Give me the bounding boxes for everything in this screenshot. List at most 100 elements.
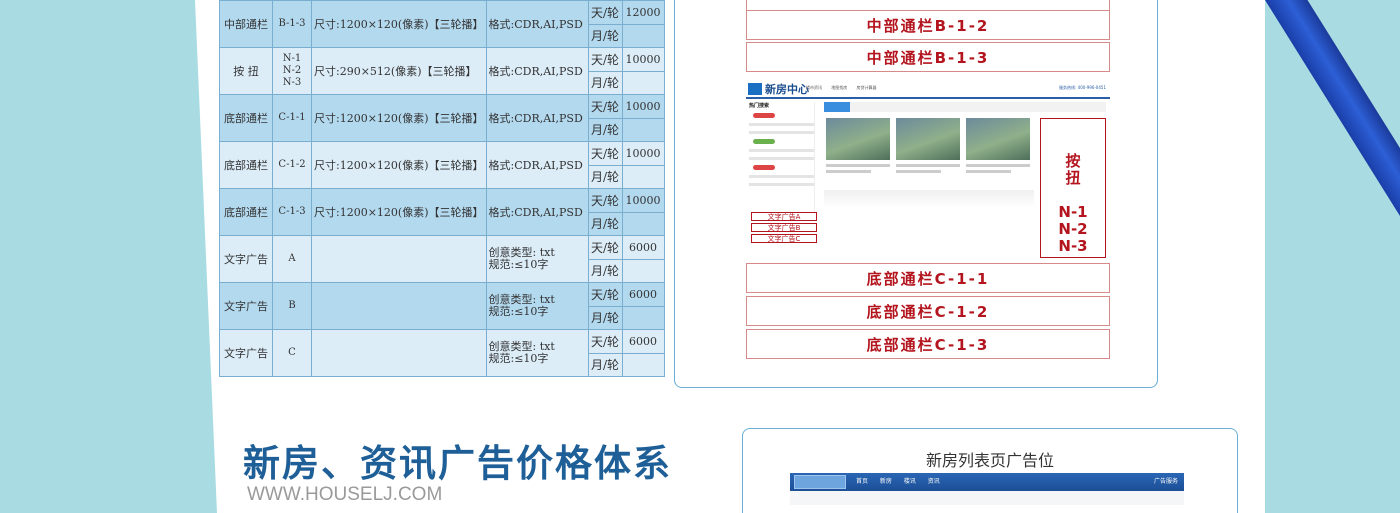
cell-price-empty [621,211,665,236]
cell-position: 文字广告 [219,329,273,377]
button-ad-slot: 按扭 N-1 N-2 N-3 [1040,118,1106,258]
cell-code: C-1-2 [272,141,312,189]
cell-position: 中部通栏 [219,0,273,48]
list-page-nav: 首页 新房 楼讯 资讯 [856,478,940,485]
cell-code: A [272,235,312,283]
cell-format: 创意类型: txt 规范:≤10字 [485,329,589,377]
list-page-ad-panel: 新房列表页广告位 首页 新房 楼讯 资讯 广告服务 [742,428,1238,513]
table-row: 按 扭 N-1 N-2 N-3 尺寸:290×512(像素)【三轮播】 格式:CDR,AI… [219,47,665,95]
cell-price-empty [621,258,665,283]
slot-banner-b-1-2: 中部通栏B-1-2 [746,10,1110,40]
cell-unit-month: 月/轮 [587,70,623,95]
table-row: 文字广告 A 创意类型: txt 规范:≤10字 天/轮 6000 [219,235,665,283]
cell-position: 按 扭 [219,47,273,95]
cell-format: 创意类型: txt 规范:≤10字 [485,282,589,330]
cell-price: 6000 [621,235,665,260]
cell-position: 文字广告 [219,235,273,283]
cell-position: 底部通栏 [219,141,273,189]
cell-unit-month: 月/轮 [587,211,623,236]
cell-unit-day: 天/轮 [587,282,623,307]
cell-format: 格式:CDR,AI,PSD [485,141,589,189]
slot-banner-c-1-3: 底部通栏C-1-3 [746,329,1110,359]
cell-price-empty [621,23,665,48]
table-row: 文字广告 B 创意类型: txt 规范:≤10字 天/轮 6000 [219,282,665,330]
site-mockup: 新房中心 楼市资讯 地图找房 房贷计算器 服务热线: 400-996-0451 … [746,76,1110,262]
cell-unit-month: 月/轮 [587,305,623,330]
cell-price: 6000 [621,282,665,307]
cell-size [311,235,487,283]
section-heading: 新房、资讯广告价格体系 [243,442,672,485]
cell-size [311,282,487,330]
cell-unit-day: 天/轮 [587,94,623,119]
cell-price-empty [621,352,665,377]
cell-unit-day: 天/轮 [587,235,623,260]
sidebar-title: 热门搜索 [749,103,770,109]
site-logo: 新房中心 [748,81,809,97]
cell-size [311,329,487,377]
cell-unit-month: 月/轮 [587,117,623,142]
cell-format: 格式:CDR,AI,PSD [485,188,589,236]
site-hotline: 服务热线: 400-996-0451 [1059,85,1106,90]
cell-price: 10000 [621,188,665,213]
text-ad-a: 文字广告A [751,212,817,221]
cell-unit-day: 天/轮 [587,141,623,166]
ad-price-table: 中部通栏 B-1-3 尺寸:1200×120(像素)【三轮播】 格式:CDR,AI,P… [219,0,665,377]
section-url: WWW.HOUSELJ.COM [247,484,443,505]
cell-price-empty [621,70,665,95]
cell-unit-month: 月/轮 [587,352,623,377]
slot-banner-b-1-3: 中部通栏B-1-3 [746,42,1110,72]
site-tabs [824,102,1106,112]
cell-format: 格式:CDR,AI,PSD [485,47,589,95]
cell-unit-day: 天/轮 [587,329,623,354]
site-logo [794,475,846,489]
cell-unit-day: 天/轮 [587,0,623,25]
table-row: 底部通栏 C-1-1 尺寸:1200×120(像素)【三轮播】 格式:CDR,AI,P… [219,94,665,142]
cell-position: 底部通栏 [219,94,273,142]
text-ad-c: 文字广告C [751,234,817,243]
cell-unit-day: 天/轮 [587,188,623,213]
cell-price: 6000 [621,329,665,354]
site-nav: 楼市资讯 地图找房 房贷计算器 [806,85,877,90]
cell-size: 尺寸:290×512(像素)【三轮播】 [311,47,487,95]
listing-thumb [826,118,890,160]
cell-unit-month: 月/轮 [587,258,623,283]
cell-code: N-1 N-2 N-3 [272,47,312,95]
cell-code: B [272,282,312,330]
cell-price-empty [621,305,665,330]
cell-price-empty [621,164,665,189]
building-icon [748,83,762,95]
cell-code: B-1-3 [272,0,312,48]
decorative-ribbon [1240,0,1400,230]
panel-title: 新房列表页广告位 [925,451,1054,470]
cell-size: 尺寸:1200×120(像素)【三轮播】 [311,141,487,189]
cell-code: C [272,329,312,377]
site-sidebar: 热门搜索 [749,102,815,214]
cell-unit-month: 月/轮 [587,164,623,189]
table-row: 底部通栏 C-1-2 尺寸:1200×120(像素)【三轮播】 格式:CDR,AI,P… [219,141,665,189]
cell-price: 12000 [621,0,665,25]
cell-unit-day: 天/轮 [587,47,623,72]
ad-service-link: 广告服务 [1153,478,1178,485]
cell-price: 10000 [621,94,665,119]
list-page-header: 首页 新房 楼讯 资讯 广告服务 [790,473,1184,491]
text-ad-b: 文字广告B [751,223,817,232]
table-row: 底部通栏 C-1-3 尺寸:1200×120(像素)【三轮播】 格式:CDR,AI,P… [219,188,665,236]
cell-size: 尺寸:1200×120(像素)【三轮播】 [311,188,487,236]
cell-size: 尺寸:1200×120(像素)【三轮播】 [311,0,487,48]
table-row: 文字广告 C 创意类型: txt 规范:≤10字 天/轮 6000 [219,329,665,377]
cell-price: 10000 [621,141,665,166]
cell-format: 格式:CDR,AI,PSD [485,0,589,48]
cell-unit-month: 月/轮 [587,23,623,48]
listing-thumb [966,118,1030,160]
cell-format: 创意类型: txt 规范:≤10字 [485,235,589,283]
slot-banner-c-1-1: 底部通栏C-1-1 [746,263,1110,293]
cell-position: 文字广告 [219,282,273,330]
cell-size: 尺寸:1200×120(像素)【三轮播】 [311,94,487,142]
slot-banner-c-1-2: 底部通栏C-1-2 [746,296,1110,326]
listing-thumb [896,118,960,160]
cell-price: 10000 [621,47,665,72]
cell-format: 格式:CDR,AI,PSD [485,94,589,142]
cell-position: 底部通栏 [219,188,273,236]
cell-code: C-1-3 [272,188,312,236]
cell-price-empty [621,117,665,142]
